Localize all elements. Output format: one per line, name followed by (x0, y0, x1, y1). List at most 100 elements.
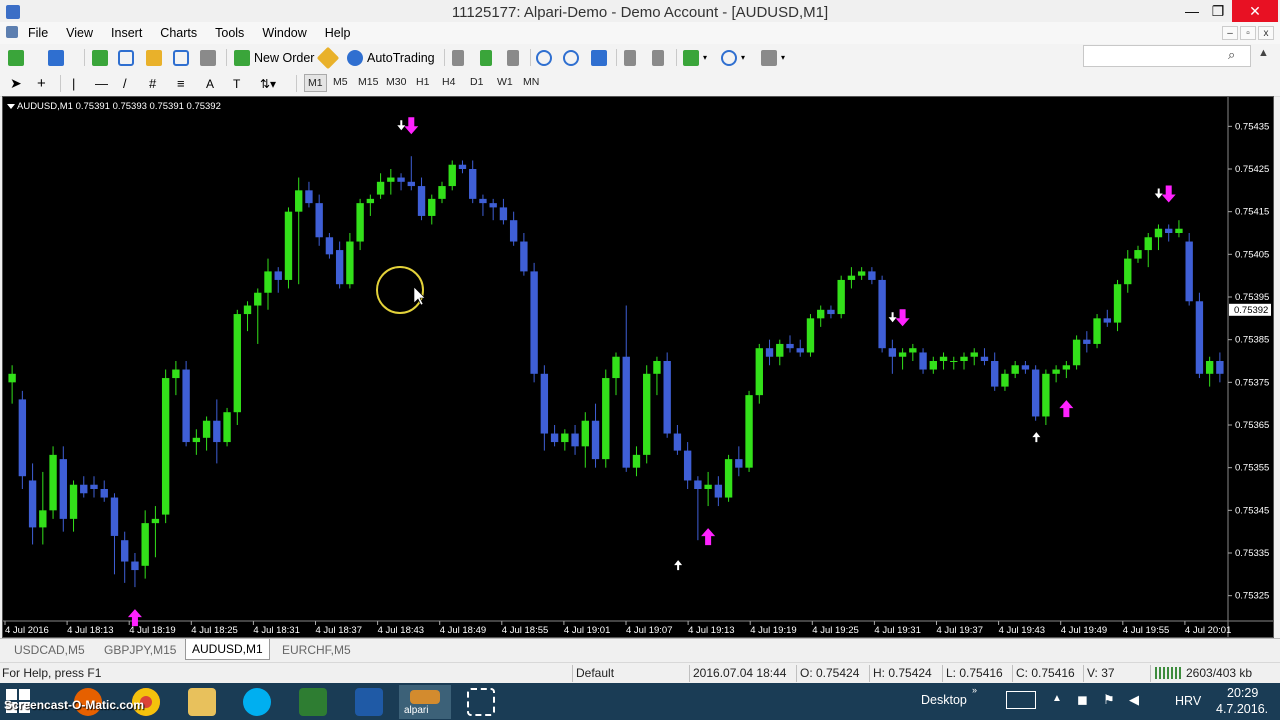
candle-body (417, 186, 426, 216)
text-label-tool[interactable]: T (233, 74, 240, 93)
bar-chart-button[interactable] (452, 48, 468, 67)
timeframe-w1[interactable]: W1 (497, 76, 513, 88)
trendline-tool[interactable]: / (123, 74, 127, 93)
candle-body (1165, 228, 1173, 233)
market-watch-button[interactable] (92, 48, 112, 67)
fibonacci-icon: ≡ (177, 76, 185, 91)
close-button[interactable]: ✕ (1232, 0, 1278, 22)
arrows-tool[interactable]: ⇅▾ (260, 74, 276, 93)
taskbar-app-p[interactable] (343, 685, 395, 719)
alpari-icon (410, 690, 440, 704)
timeframe-mn[interactable]: MN (523, 76, 539, 88)
horizontal-line-tool[interactable]: — (95, 74, 108, 93)
status-open: O: 0.75424 (800, 666, 860, 680)
price-chart[interactable]: 0.75435 0.75425 0.75415 0.75405 0.75395 0.753… (3, 97, 1273, 637)
profiles-button[interactable] (48, 48, 68, 67)
strategy-tester-button[interactable] (200, 48, 220, 67)
toolbar-expand-icon[interactable]: » (972, 685, 977, 695)
data-window-button[interactable] (118, 48, 138, 67)
alpari-taskbar-label: alpari (404, 705, 429, 716)
tab-audusd-m1[interactable]: AUDUSD,M1 (185, 639, 270, 660)
taskbar-explorer[interactable] (176, 685, 228, 719)
candle-body (428, 198, 436, 216)
timeframe-m30[interactable]: M30 (386, 76, 406, 88)
text-tool[interactable]: A (206, 74, 214, 93)
candle-body (407, 181, 415, 187)
candle-body (991, 361, 999, 387)
menu-window[interactable]: Window (253, 22, 315, 44)
chart-window[interactable]: 0.75435 0.75425 0.75415 0.75405 0.75395 0.753… (2, 96, 1274, 638)
menu-tools[interactable]: Tools (206, 22, 253, 44)
candle-body (39, 510, 47, 528)
crosshair-tool[interactable]: + (37, 74, 46, 93)
time-tick-label: 4 Jul 19:37 (937, 625, 983, 636)
sell-signal-arrow (404, 117, 419, 135)
tab-eurchf-m5[interactable]: EURCHF,M5 (276, 642, 357, 658)
auto-scroll-button[interactable] (624, 48, 640, 67)
timeframe-m1[interactable]: M1 (304, 74, 327, 92)
search-icon[interactable]: ⌕ (1228, 47, 1235, 63)
navigator-button[interactable] (146, 48, 166, 67)
taskbar-screen-recorder[interactable] (455, 685, 507, 719)
candle-body (1113, 284, 1122, 323)
timeframe-h4[interactable]: H4 (442, 76, 455, 88)
vertical-line-tool[interactable]: | (72, 74, 75, 93)
zoom-in-button[interactable] (536, 48, 556, 67)
text-label-icon: T (233, 76, 241, 91)
timeframe-d1[interactable]: D1 (470, 76, 483, 88)
mdi-minimize-button[interactable]: – (1222, 26, 1238, 40)
small-down-arrow (397, 120, 406, 131)
candle-body (305, 190, 313, 204)
clock-date[interactable]: 4.7.2016. (1216, 702, 1268, 716)
search-input[interactable] (1083, 45, 1251, 67)
candle-body (1021, 365, 1030, 370)
tab-gbpjpy-m15[interactable]: GBPJPY,M15 (98, 642, 182, 658)
language-indicator[interactable]: HRV (1175, 694, 1201, 708)
autotrading-button[interactable]: AutoTrading (347, 48, 435, 67)
candle-body (540, 373, 549, 434)
clock-time[interactable]: 20:29 (1227, 686, 1258, 700)
zoom-out-button[interactable] (563, 48, 583, 67)
tile-windows-button[interactable] (591, 48, 611, 67)
candlestick-button[interactable] (480, 48, 496, 67)
p-app-icon (355, 688, 383, 716)
price-tick-label: 0.75335 (1235, 548, 1269, 559)
taskbar-excel[interactable] (287, 685, 339, 719)
channel-tool[interactable]: # (149, 74, 156, 93)
fibonacci-tool[interactable]: ≡ (177, 74, 185, 93)
templates-button[interactable]: ▾ (761, 48, 785, 67)
tab-usdcad-m5[interactable]: USDCAD,M5 (8, 642, 91, 658)
desktop-toolbar-label[interactable]: Desktop (921, 693, 967, 707)
network-icon[interactable]: ◼ (1077, 692, 1088, 708)
volume-icon[interactable]: ◀ (1129, 692, 1139, 708)
candle-body (612, 356, 620, 379)
tray-expand-icon[interactable]: ▲ (1052, 693, 1062, 704)
menu-charts[interactable]: Charts (151, 22, 206, 44)
candle-body (1001, 373, 1009, 387)
menu-view[interactable]: View (57, 22, 102, 44)
terminal-button[interactable] (173, 48, 193, 67)
keyboard-icon[interactable] (1006, 691, 1036, 709)
timeframe-m5[interactable]: M5 (333, 76, 348, 88)
candle-body (571, 433, 579, 447)
taskbar-skype[interactable] (231, 685, 283, 719)
mdi-close-button[interactable]: x (1258, 26, 1274, 40)
maximize-button[interactable]: ❐ (1203, 0, 1233, 22)
line-chart-button[interactable] (507, 48, 523, 67)
menu-help[interactable]: Help (316, 22, 360, 44)
flag-icon[interactable]: ⚑ (1103, 692, 1115, 708)
new-chart-button[interactable] (8, 48, 28, 67)
chart-shift-button[interactable] (652, 48, 668, 67)
metaeditor-button[interactable] (316, 46, 340, 69)
cursor-tool[interactable]: ➤ (10, 74, 22, 93)
community-icon[interactable]: ▲ (1258, 47, 1269, 59)
timeframe-m15[interactable]: M15 (358, 76, 378, 88)
candle-body (1042, 373, 1050, 417)
menu-insert[interactable]: Insert (102, 22, 151, 44)
new-order-button[interactable]: New Order (234, 48, 314, 67)
periods-button[interactable]: ▾ (721, 48, 745, 67)
indicators-button[interactable]: ▾ (683, 48, 707, 67)
timeframe-h1[interactable]: H1 (416, 76, 429, 88)
mdi-restore-button[interactable]: ▫ (1240, 26, 1256, 40)
candle-body (1124, 258, 1132, 285)
